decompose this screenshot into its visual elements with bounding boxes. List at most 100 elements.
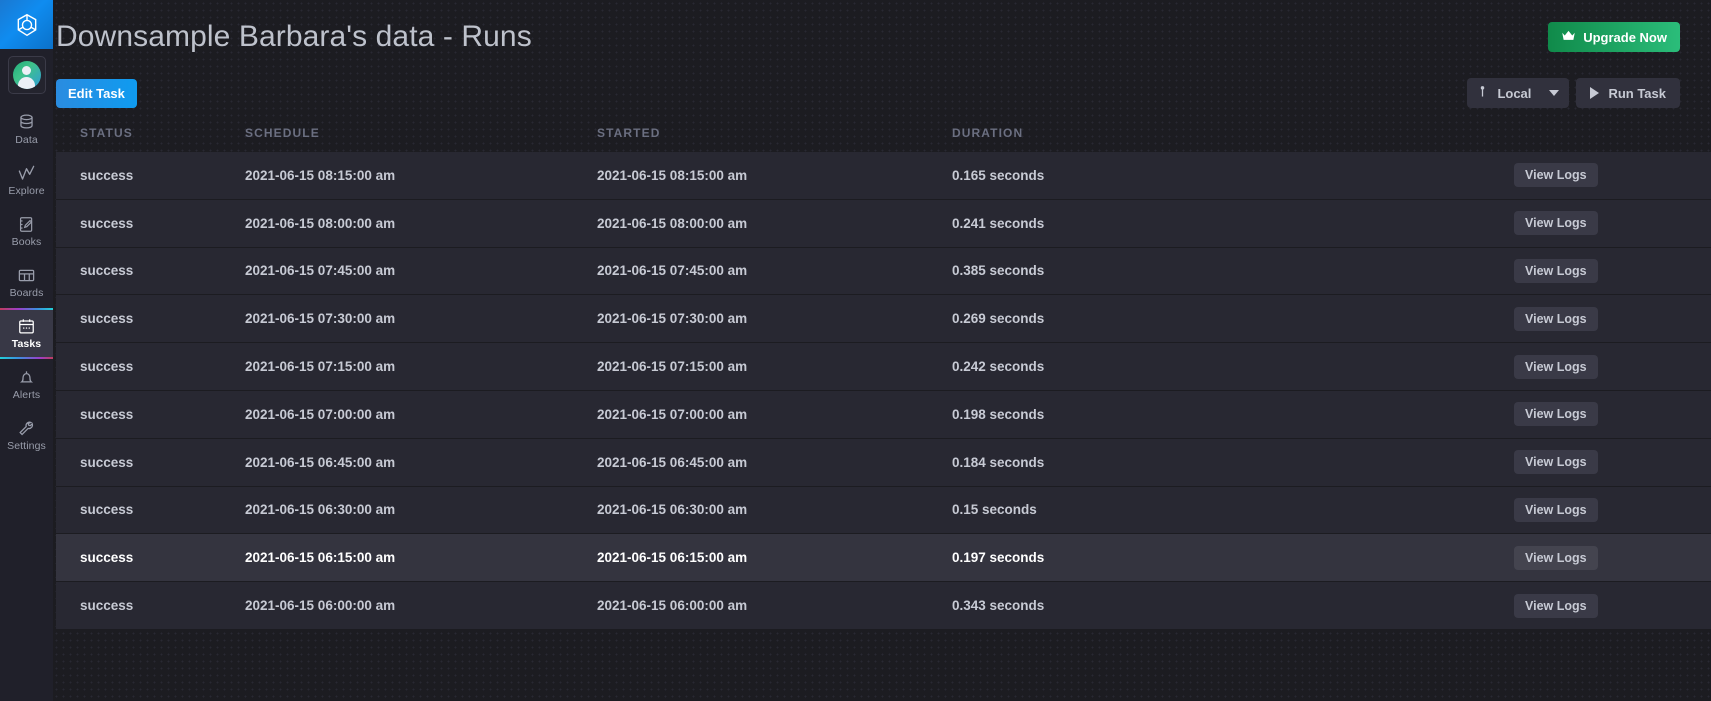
cell-duration: 0.241 seconds xyxy=(952,215,1045,231)
cell-schedule: 2021-06-15 07:30:00 am xyxy=(245,311,396,327)
column-header-duration: DURATION xyxy=(952,126,1024,140)
cell-started: 2021-06-15 06:15:00 am xyxy=(597,550,748,566)
cell-status: success xyxy=(80,502,134,518)
sidebar-item-label: Data xyxy=(15,134,38,147)
upgrade-now-label: Upgrade Now xyxy=(1583,29,1667,45)
cell-started: 2021-06-15 07:15:00 am xyxy=(597,359,748,375)
run-task-button[interactable]: Run Task xyxy=(1576,78,1680,108)
sidebar-item-tasks[interactable]: Tasks xyxy=(0,308,53,359)
sidebar-item-label: Settings xyxy=(7,440,46,453)
table-row[interactable]: success 2021-06-15 07:15:00 am 2021-06-15 … xyxy=(56,343,1711,391)
sidebar-item-label: Books xyxy=(11,236,42,249)
view-logs-button[interactable]: View Logs xyxy=(1514,211,1598,236)
chevron-down-icon xyxy=(1549,90,1560,96)
cell-schedule: 2021-06-15 06:15:00 am xyxy=(245,550,396,566)
page-header: Downsample Barbara's data - Runs Upgrade… xyxy=(53,0,1711,74)
view-logs-button[interactable]: View Logs xyxy=(1514,163,1598,188)
notebook-pencil-icon xyxy=(17,215,36,234)
cell-duration: 0.242 seconds xyxy=(952,359,1045,375)
cell-status: success xyxy=(80,359,134,375)
cell-duration: 0.343 seconds xyxy=(952,598,1045,614)
cell-schedule: 2021-06-15 06:30:00 am xyxy=(245,502,396,518)
cell-actions: View Logs xyxy=(1514,402,1699,427)
cell-started: 2021-06-15 07:45:00 am xyxy=(597,263,748,279)
view-logs-button[interactable]: View Logs xyxy=(1514,450,1598,475)
cell-schedule: 2021-06-15 06:45:00 am xyxy=(245,454,396,470)
cell-actions: View Logs xyxy=(1514,211,1699,236)
table-row[interactable]: success 2021-06-15 06:30:00 am 2021-06-15 … xyxy=(56,486,1711,535)
cell-actions: View Logs xyxy=(1514,450,1699,475)
cell-duration: 0.385 seconds xyxy=(952,263,1045,279)
page-title: Downsample Barbara's data - Runs xyxy=(56,20,532,53)
cell-schedule: 2021-06-15 07:15:00 am xyxy=(245,359,396,375)
view-logs-button[interactable]: View Logs xyxy=(1514,593,1598,618)
table-row[interactable]: success 2021-06-15 08:00:00 am 2021-06-15 … xyxy=(56,199,1711,248)
view-logs-button[interactable]: View Logs xyxy=(1514,545,1598,570)
table-row[interactable]: success 2021-06-15 06:00:00 am 2021-06-15 … xyxy=(56,582,1711,630)
table-row[interactable]: success 2021-06-15 07:30:00 am 2021-06-15 … xyxy=(56,295,1711,344)
view-logs-button[interactable]: View Logs xyxy=(1514,402,1598,427)
play-icon xyxy=(1590,87,1600,99)
table-row[interactable]: success 2021-06-15 08:15:00 am 2021-06-15 … xyxy=(56,152,1711,200)
sidebar-item-label: Boards xyxy=(9,287,44,300)
view-logs-button[interactable]: View Logs xyxy=(1514,258,1598,283)
sidebar-item-books[interactable]: Books xyxy=(0,206,53,257)
influxdb-logo[interactable] xyxy=(0,0,53,49)
table-row[interactable]: success 2021-06-15 07:45:00 am 2021-06-15 … xyxy=(56,247,1711,296)
cell-actions: View Logs xyxy=(1514,163,1699,188)
cell-status: success xyxy=(80,311,134,327)
cell-schedule: 2021-06-15 06:00:00 am xyxy=(245,598,396,614)
sidebar-item-label: Tasks xyxy=(11,338,42,351)
edit-task-button[interactable]: Edit Task xyxy=(56,78,137,108)
cell-duration: 0.269 seconds xyxy=(952,311,1045,327)
view-logs-button[interactable]: View Logs xyxy=(1514,354,1598,379)
cell-actions: View Logs xyxy=(1514,497,1699,522)
cell-schedule: 2021-06-15 07:45:00 am xyxy=(245,263,396,279)
cell-started: 2021-06-15 08:00:00 am xyxy=(597,215,748,231)
wrench-icon xyxy=(17,419,36,438)
cell-status: success xyxy=(80,598,134,614)
dashboard-grid-icon xyxy=(17,266,36,285)
avatar[interactable] xyxy=(7,56,46,94)
sidebar-item-data[interactable]: Data xyxy=(0,104,53,155)
cell-actions: View Logs xyxy=(1514,593,1699,618)
clock-icon xyxy=(1477,85,1488,101)
cell-started: 2021-06-15 06:00:00 am xyxy=(597,598,748,614)
cell-duration: 0.184 seconds xyxy=(952,454,1045,470)
sidebar-item-explore[interactable]: Explore xyxy=(0,155,53,206)
avatar-image xyxy=(12,61,41,89)
cell-started: 2021-06-15 07:00:00 am xyxy=(597,406,748,422)
run-task-label: Run Task xyxy=(1608,85,1666,101)
table-body: success 2021-06-15 08:15:00 am 2021-06-15 … xyxy=(56,152,1711,630)
cell-started: 2021-06-15 06:30:00 am xyxy=(597,502,748,518)
view-logs-button[interactable]: View Logs xyxy=(1514,497,1598,522)
column-header-started: STARTED xyxy=(597,126,661,140)
cell-status: success xyxy=(80,406,134,422)
toolbar-right-group: Local Run Task xyxy=(1467,78,1680,108)
cell-actions: View Logs xyxy=(1514,354,1699,379)
table-row[interactable]: success 2021-06-15 06:15:00 am 2021-06-15 … xyxy=(56,534,1711,583)
view-logs-button[interactable]: View Logs xyxy=(1514,306,1598,331)
table-row[interactable]: success 2021-06-15 07:00:00 am 2021-06-15 … xyxy=(56,390,1711,439)
sidebar-item-label: Explore xyxy=(8,185,45,198)
cell-actions: View Logs xyxy=(1514,306,1699,331)
cell-status: success xyxy=(80,263,134,279)
cell-started: 2021-06-15 06:45:00 am xyxy=(597,454,748,470)
cell-schedule: 2021-06-15 08:15:00 am xyxy=(245,167,396,183)
app-root: Data Explore Books Boards Tasks Alerts S… xyxy=(0,0,1711,701)
cell-started: 2021-06-15 07:30:00 am xyxy=(597,311,748,327)
sidebar-item-alerts[interactable]: Alerts xyxy=(0,359,53,410)
cell-actions: View Logs xyxy=(1514,258,1699,283)
upgrade-now-button[interactable]: Upgrade Now xyxy=(1548,22,1680,52)
sidebar: Data Explore Books Boards Tasks Alerts S… xyxy=(0,0,53,701)
bell-icon xyxy=(17,368,36,387)
sidebar-item-settings[interactable]: Settings xyxy=(0,410,53,461)
timezone-dropdown[interactable]: Local xyxy=(1467,78,1570,108)
main-content: Downsample Barbara's data - Runs Upgrade… xyxy=(53,0,1711,701)
sidebar-item-label: Alerts xyxy=(12,389,41,402)
sidebar-item-boards[interactable]: Boards xyxy=(0,257,53,308)
database-icon xyxy=(17,113,36,132)
graph-line-icon xyxy=(17,164,36,183)
table-row[interactable]: success 2021-06-15 06:45:00 am 2021-06-15 … xyxy=(56,438,1711,487)
cell-status: success xyxy=(80,454,134,470)
